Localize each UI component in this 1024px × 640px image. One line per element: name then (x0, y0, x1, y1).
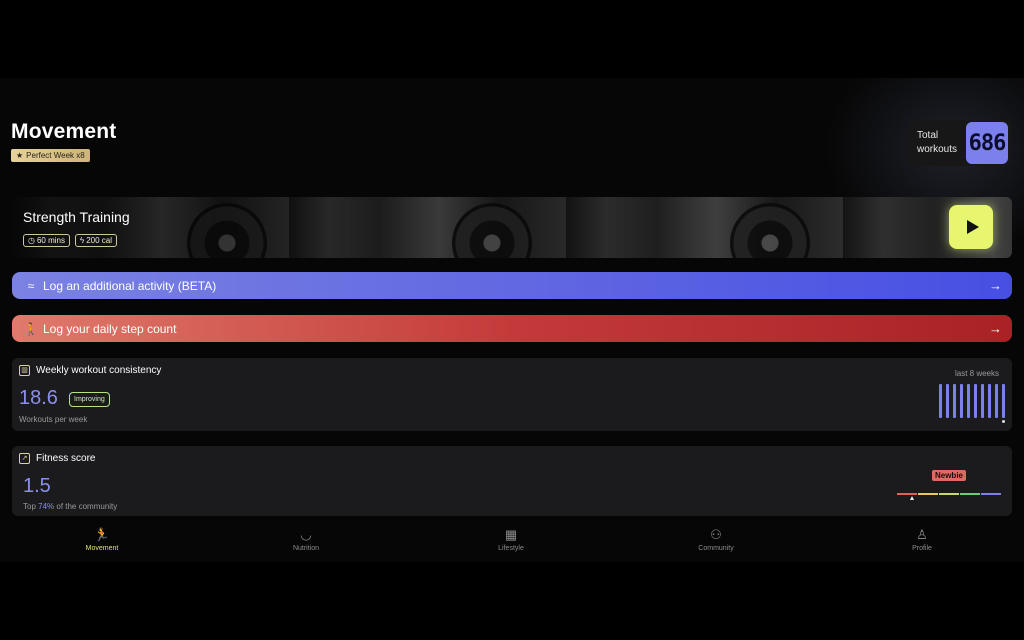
level-badge: Newbie (931, 470, 966, 481)
log-steps-label: Log your daily step count (43, 321, 177, 336)
nav-label: Profile (912, 545, 932, 552)
nav-item-community[interactable]: ⚇ Community (676, 526, 756, 552)
clock-icon: ◷ (28, 236, 35, 245)
log-activity-label: Log an additional activity (BETA) (43, 278, 217, 293)
weekly-consistency-card[interactable]: ▥ Weekly workout consistency 18.6 Improv… (12, 358, 1012, 431)
nav-item-nutrition[interactable]: ◡ Nutrition (266, 526, 346, 552)
fitness-value: 1.5 (23, 475, 51, 497)
nav-label: Movement (85, 545, 119, 552)
week-bar (995, 384, 998, 418)
total-workouts-label: Total workouts (917, 130, 958, 155)
calories-text: 200 cal (86, 236, 113, 245)
week-bar (1002, 384, 1005, 418)
week-bar (939, 384, 942, 418)
arrow-right-icon: → (989, 278, 1002, 293)
rank-prefix: Top (23, 502, 39, 511)
app-screen: Movement ★ Perfect Week x8 Total workout… (0, 78, 1024, 562)
duration-text: 60 mins (36, 236, 65, 245)
arrow-right-icon: → (989, 321, 1002, 336)
log-activity-button[interactable]: ≈ Log an additional activity (BETA) → (12, 272, 1012, 299)
people-icon: ⚇ (710, 527, 722, 542)
scale-segment (981, 493, 1001, 495)
total-workouts-card: Total workouts 686 (908, 120, 1011, 166)
nav-item-profile[interactable]: ♙ Profile (882, 526, 962, 552)
current-week-dot (1002, 420, 1005, 423)
nav-item-movement[interactable]: 🏃 Movement (62, 526, 142, 552)
bar-chart-icon: ▥ (19, 365, 30, 376)
weekly-card-title: Weekly workout consistency (36, 365, 162, 376)
weekly-value: 18.6 (19, 387, 58, 409)
strength-training-card[interactable]: Strength Training ◷ 60 mins ϟ 200 cal (12, 197, 1012, 258)
scale-segment (897, 493, 917, 495)
week-bar (967, 384, 970, 418)
bowl-icon: ◡ (300, 527, 312, 542)
page-header: Movement ★ Perfect Week x8 (11, 120, 116, 163)
play-icon (966, 220, 979, 234)
fitness-card-header: ↗ Fitness score (19, 453, 95, 464)
workout-title: Strength Training (23, 209, 130, 225)
nav-item-lifestyle[interactable]: ▦ Lifestyle (471, 526, 551, 552)
runner-icon: 🏃 (93, 527, 111, 542)
hero-overlay (12, 197, 1012, 258)
calendar-icon: ▦ (504, 527, 518, 542)
nav-label: Lifestyle (498, 545, 524, 552)
total-workouts-value: 686 (966, 122, 1008, 164)
week-bar (988, 384, 991, 418)
rank-percent: 74% (38, 502, 55, 511)
weekly-bars (939, 384, 1005, 418)
nav-label: Nutrition (292, 545, 320, 552)
score-marker (910, 496, 914, 500)
trend-icon: ↗ (19, 453, 30, 464)
perfect-week-badge: ★ Perfect Week x8 (11, 149, 90, 162)
duration-chip: ◷ 60 mins (23, 234, 70, 247)
status-badge: Improving (69, 392, 110, 407)
badge-label: Perfect Week x8 (26, 151, 85, 160)
scale-segment (918, 493, 938, 495)
swim-icon: ≈ (27, 278, 35, 293)
week-bar (960, 384, 963, 418)
walk-icon: 🚶 (23, 321, 39, 336)
nav-label: Community (698, 545, 734, 552)
week-bar (953, 384, 956, 418)
play-button[interactable] (949, 205, 993, 249)
week-bar (974, 384, 977, 418)
fitness-score-card[interactable]: ↗ Fitness score 1.5 Top 74% of the commu… (12, 446, 1012, 516)
weekly-subtitle: Workouts per week (19, 415, 88, 424)
scale-segment (939, 493, 959, 495)
scale-segment (960, 493, 980, 495)
weeks-range-label: last 8 weeks (954, 369, 999, 378)
workout-chips: ◷ 60 mins ϟ 200 cal (23, 234, 118, 247)
calories-chip: ϟ 200 cal (75, 234, 118, 247)
fitness-scale (897, 493, 1001, 495)
week-bar (946, 384, 949, 418)
community-rank: Top 74% of the community (23, 502, 117, 511)
rank-suffix: of the community (54, 502, 118, 511)
person-icon: ♙ (916, 527, 928, 542)
weekly-card-header: ▥ Weekly workout consistency (19, 365, 161, 376)
week-bar (981, 384, 984, 418)
star-icon: ★ (16, 151, 24, 160)
log-steps-button[interactable]: 🚶 Log your daily step count → (12, 315, 1012, 342)
fitness-card-title: Fitness score (36, 453, 96, 464)
page-title: Movement (11, 120, 117, 143)
bottom-nav: 🏃 Movement ◡ Nutrition ▦ Lifestyle ⚇ Com… (0, 526, 1024, 562)
flame-icon: ϟ (80, 236, 85, 245)
